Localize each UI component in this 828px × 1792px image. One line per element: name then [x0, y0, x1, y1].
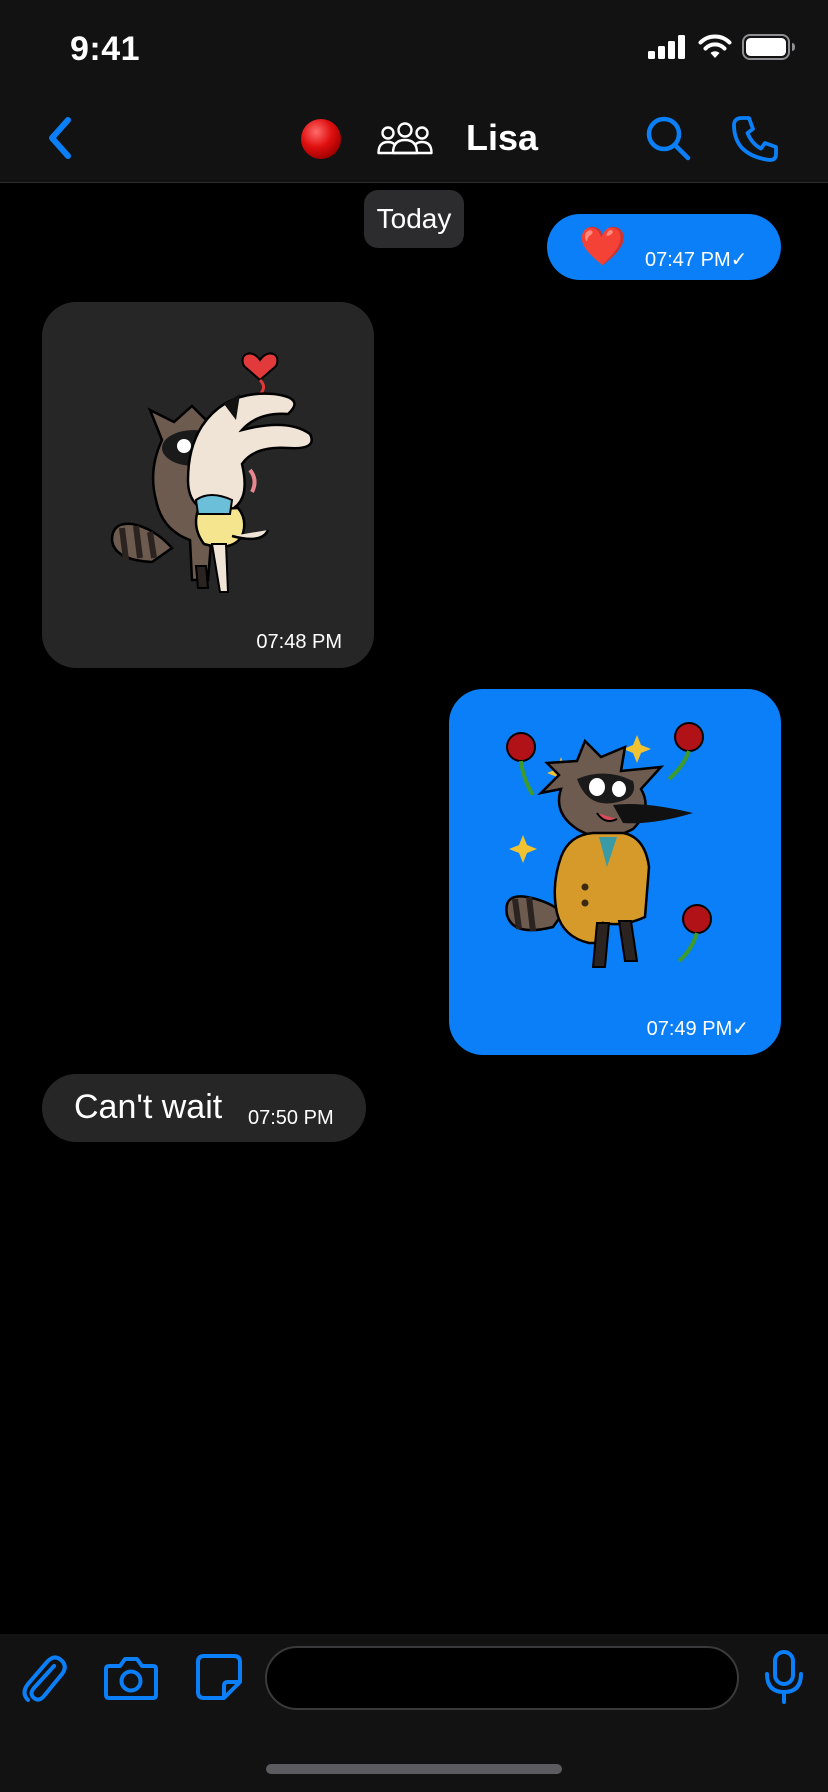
battery-icon — [742, 34, 795, 60]
message-bubble-incoming[interactable]: Can't wait 07:50 PM — [42, 1074, 366, 1142]
message-time: 07:47 PM✓ — [645, 249, 748, 271]
message-time: 07:50 PM — [248, 1107, 334, 1129]
paperclip-icon[interactable] — [20, 1652, 68, 1704]
cellular-signal-icon — [648, 35, 685, 59]
message-text: Can't wait — [74, 1088, 223, 1126]
raccoon-in-coat-with-roses-sticker — [505, 722, 712, 968]
camera-icon[interactable] — [103, 1654, 159, 1702]
home-indicator[interactable] — [266, 1764, 562, 1774]
search-icon[interactable] — [644, 114, 692, 162]
microphone-icon[interactable] — [764, 1650, 804, 1706]
chat-header: Lisa — [0, 92, 828, 183]
sticker-icon[interactable] — [196, 1654, 242, 1700]
message-bubble-outgoing[interactable]: 07:49 PM✓ — [449, 689, 781, 1055]
date-separator: Today — [364, 190, 464, 248]
status-time: 9:41 — [70, 30, 141, 68]
rose-icon — [677, 904, 712, 963]
heart-emoji: ❤️ — [579, 226, 627, 268]
message-time: 07:49 PM✓ — [646, 1018, 749, 1040]
contact-name[interactable]: Lisa — [466, 117, 538, 159]
rose-icon — [667, 722, 704, 781]
red-dot-icon — [301, 119, 341, 159]
rose-icon — [506, 732, 536, 797]
message-bubble-outgoing[interactable]: ❤️ 07:47 PM✓ — [547, 214, 781, 280]
message-time: 07:48 PM — [256, 631, 342, 653]
status-bar: 9:41 — [0, 0, 828, 92]
message-input[interactable] — [265, 1646, 739, 1710]
chevron-left-icon[interactable] — [42, 114, 78, 162]
group-people-icon[interactable] — [377, 120, 433, 156]
wifi-icon — [698, 34, 732, 58]
status-icons — [648, 34, 796, 60]
message-bubble-incoming[interactable]: 07:48 PM — [42, 302, 374, 668]
raccoon-hugging-bunny-sticker — [110, 352, 313, 593]
phone-icon[interactable] — [730, 114, 780, 164]
